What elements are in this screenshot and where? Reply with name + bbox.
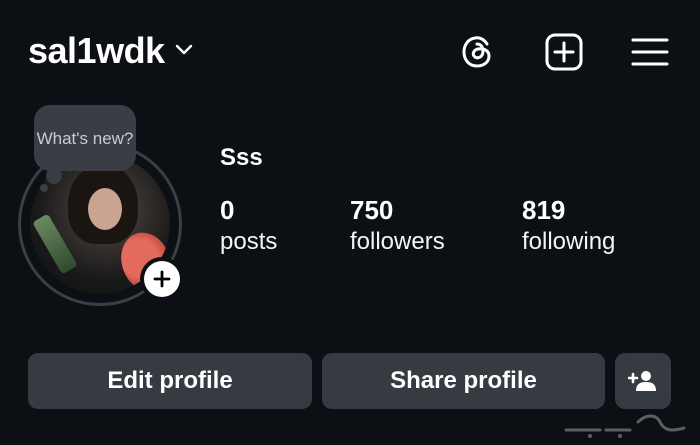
stat-posts[interactable]: 0 posts [220, 195, 277, 259]
add-person-icon [628, 371, 656, 391]
following-label: following [522, 228, 616, 255]
note-bubble[interactable]: What's new? [34, 105, 136, 171]
add-story-button[interactable] [140, 257, 184, 301]
create-button[interactable] [542, 30, 586, 74]
following-count: 819 [522, 195, 566, 225]
stat-followers[interactable]: 750 followers [350, 195, 445, 259]
plus-square-icon [545, 33, 583, 71]
watermark-logo [560, 410, 690, 440]
stat-following[interactable]: 819 following [522, 195, 615, 259]
threads-icon [462, 36, 491, 68]
note-bubble-tail [46, 168, 62, 184]
edit-profile-button[interactable]: Edit profile [28, 353, 312, 409]
plus-icon [153, 270, 171, 288]
posts-label: posts [220, 228, 278, 255]
followers-label: followers [350, 228, 445, 255]
share-profile-button[interactable]: Share profile [322, 353, 605, 409]
hamburger-menu-icon [631, 38, 669, 66]
note-bubble-tail-small [40, 184, 48, 192]
followers-count: 750 [350, 195, 394, 225]
threads-button[interactable] [456, 30, 500, 74]
chevron-down-icon [175, 43, 193, 61]
profile-header: sal1wdk [0, 0, 700, 110]
discover-people-button[interactable] [615, 353, 671, 409]
note-text: What's new? [36, 128, 134, 148]
username: sal1wdk [28, 30, 165, 71]
account-switcher[interactable]: sal1wdk [28, 30, 193, 72]
display-name: Sss [220, 144, 263, 171]
menu-button[interactable] [628, 30, 672, 74]
posts-count: 0 [220, 195, 235, 225]
